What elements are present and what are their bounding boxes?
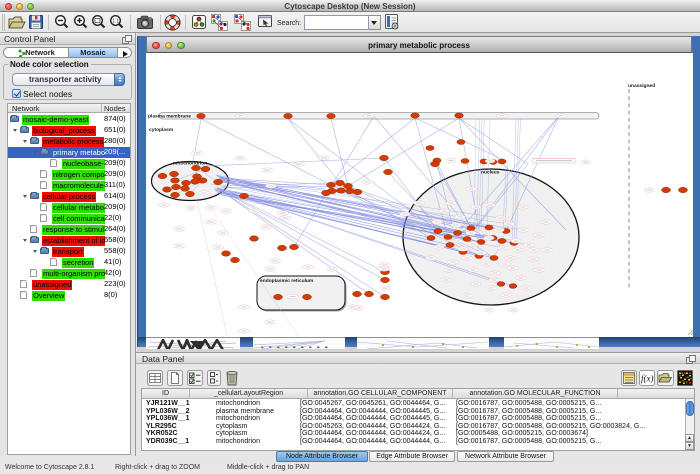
svg-text:cytoplasm: cytoplasm [149, 127, 174, 133]
svg-text:unassigned: unassigned [628, 83, 655, 89]
svg-text:f(x): f(x) [641, 374, 654, 384]
svg-text:endoplasmic reticulum: endoplasmic reticulum [260, 278, 314, 284]
svg-text:1:1: 1:1 [112, 19, 119, 25]
svg-text:mitochondrion: mitochondrion [173, 161, 207, 167]
svg-text:plasma membrane: plasma membrane [148, 114, 191, 120]
svg-text:nucleus: nucleus [481, 170, 500, 176]
